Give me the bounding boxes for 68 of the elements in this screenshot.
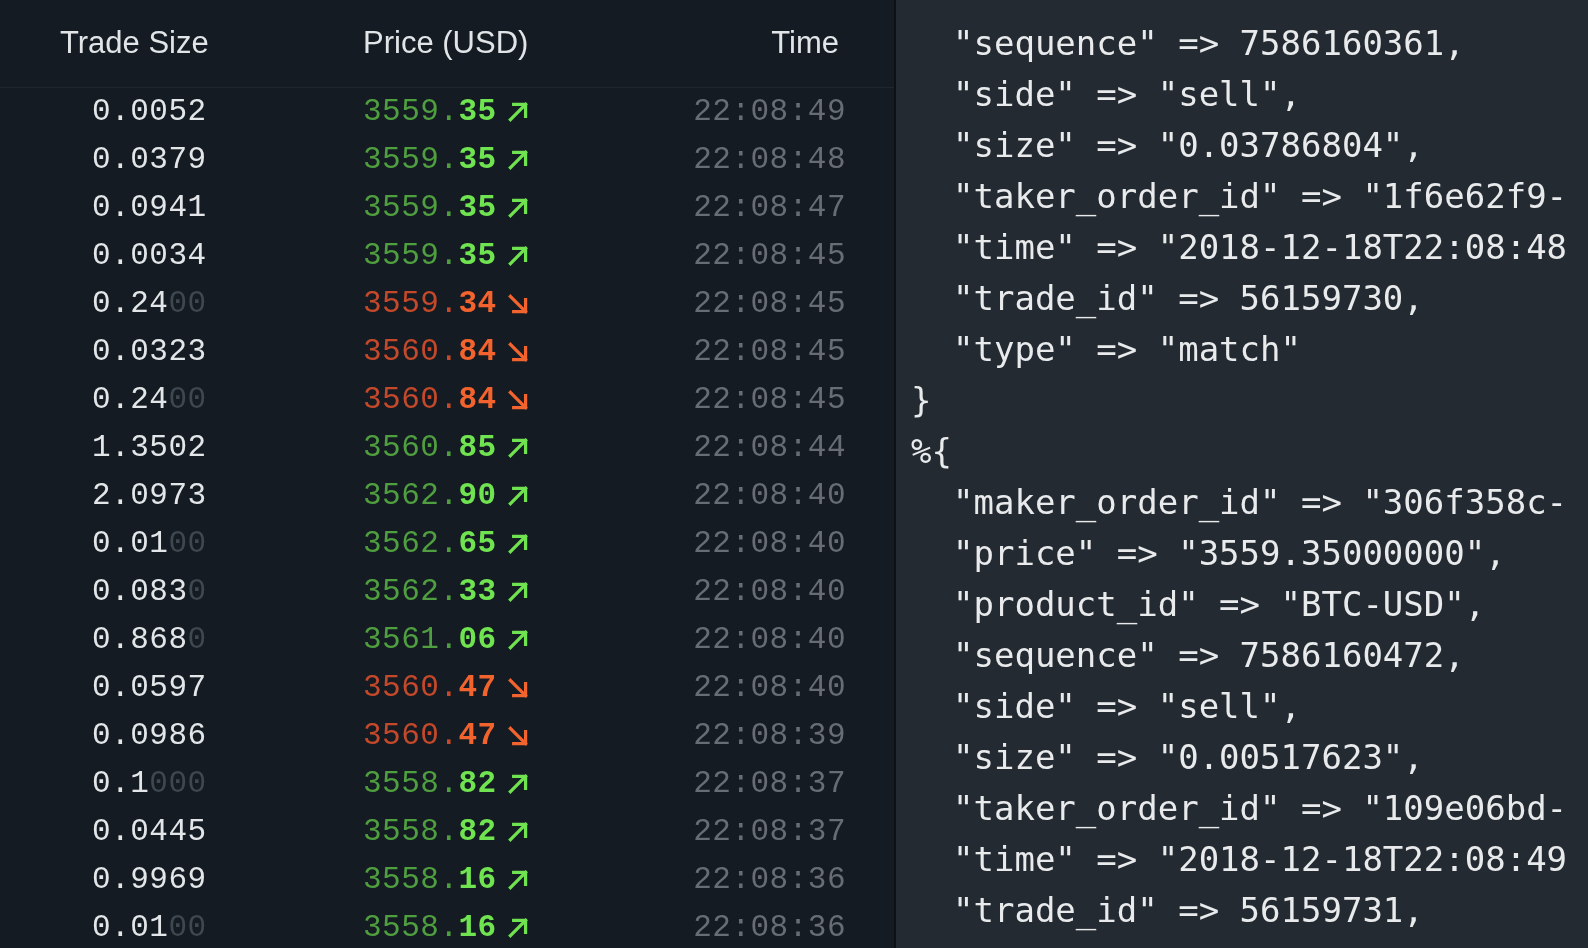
trade-price: 3560.47 [363, 716, 497, 755]
trade-price: 3559.35 [363, 92, 497, 131]
trade-time: 22:08:40 [692, 476, 847, 515]
code-line: "price" => "3559.35000000", [952, 532, 1506, 575]
code-line: "taker_order_id" => "109e06bd- [952, 787, 1568, 831]
column-header: Price (USD) [362, 24, 530, 63]
trade-time: 22:08:36 [692, 860, 847, 899]
trade-price: 3559.35 [363, 140, 497, 179]
code-line: "sequence" => 7586160361, [952, 22, 1465, 65]
code-line: "time" => "2018-12-18T22:08:48 [952, 226, 1568, 269]
trade-price: 3562.33 [363, 572, 497, 611]
trade-time: 22:08:49 [692, 92, 847, 131]
trade-size: 0.0986 [91, 716, 208, 755]
code-line: "type" => "match" [952, 328, 1301, 371]
code-line: %{ [911, 430, 952, 473]
code-line: "trade_id" => 56159730, [952, 277, 1424, 321]
trade-time: 22:08:37 [692, 764, 847, 803]
trade-size: 0.9969 [91, 860, 208, 899]
trade-size: 0.0379 [91, 140, 208, 179]
trade-time: 22:08:36 [692, 908, 847, 947]
trade-time: 22:08:45 [692, 380, 847, 419]
trade-size: 1.3502 [91, 428, 208, 467]
trade-size: 0.0034 [91, 236, 208, 275]
code-line: "maker_order_id" => "306f358c- [952, 481, 1568, 525]
code-line: "time" => "2018-12-18T22:08:49 [952, 838, 1568, 881]
trade-size: 0.0941 [91, 188, 208, 227]
trade-price: 3560.84 [363, 332, 497, 371]
trade-price: 3558.82 [363, 812, 497, 851]
code-line: } [911, 379, 932, 422]
trade-price: 3562.65 [363, 524, 497, 563]
trade-time: 22:08:47 [692, 188, 847, 227]
trade-time: 22:08:40 [692, 668, 847, 707]
trade-time: 22:08:45 [692, 284, 847, 323]
trade-size: 0.0445 [91, 812, 208, 851]
trade-size: 0.0052 [91, 92, 208, 131]
trade-time: 22:08:37 [692, 812, 847, 851]
code-line: "sequence" => 7586160472, [952, 634, 1465, 677]
trade-time: 22:08:44 [692, 428, 847, 467]
trade-price: 3560.47 [363, 668, 497, 707]
trade-time: 22:08:48 [692, 140, 847, 179]
code-line: "trade_id" => 56159731, [952, 889, 1424, 933]
trade-size: 0.0597 [91, 668, 208, 707]
code-line: "taker_order_id" => "1f6e62f9- [952, 175, 1568, 219]
code-line: "side" => "sell", [952, 685, 1301, 728]
code-line: "product_id" => "BTC-USD", [952, 583, 1486, 627]
trade-price: 3559.35 [363, 188, 497, 227]
trade-time: 22:08:40 [692, 572, 847, 611]
trade-price: 3562.90 [363, 476, 497, 515]
column-header: Trade Size [59, 24, 210, 63]
trade-price: 3558.16 [363, 908, 497, 947]
trade-price: 3559.35 [363, 236, 497, 275]
trade-price: 3558.16 [363, 860, 497, 899]
trade-price: 3561.06 [363, 620, 497, 659]
trade-price: 3560.84 [363, 380, 497, 419]
code-line: "side" => "sell", [952, 73, 1301, 116]
trade-time: 22:08:45 [692, 236, 847, 275]
trade-time: 22:08:45 [692, 332, 847, 371]
trade-price: 3560.85 [363, 428, 497, 467]
code-line: "size" => "0.00517623", [952, 736, 1424, 779]
trade-size: 2.0973 [91, 476, 208, 515]
trade-price: 3559.34 [363, 284, 497, 323]
trade-time: 22:08:39 [692, 716, 847, 755]
trade-time: 22:08:40 [692, 524, 847, 563]
code-line: "size" => "0.03786804", [952, 124, 1424, 167]
trade-price: 3558.82 [363, 764, 497, 803]
trade-size: 0.0323 [91, 332, 208, 371]
column-header: Time [770, 24, 840, 63]
trade-time: 22:08:40 [692, 620, 847, 659]
